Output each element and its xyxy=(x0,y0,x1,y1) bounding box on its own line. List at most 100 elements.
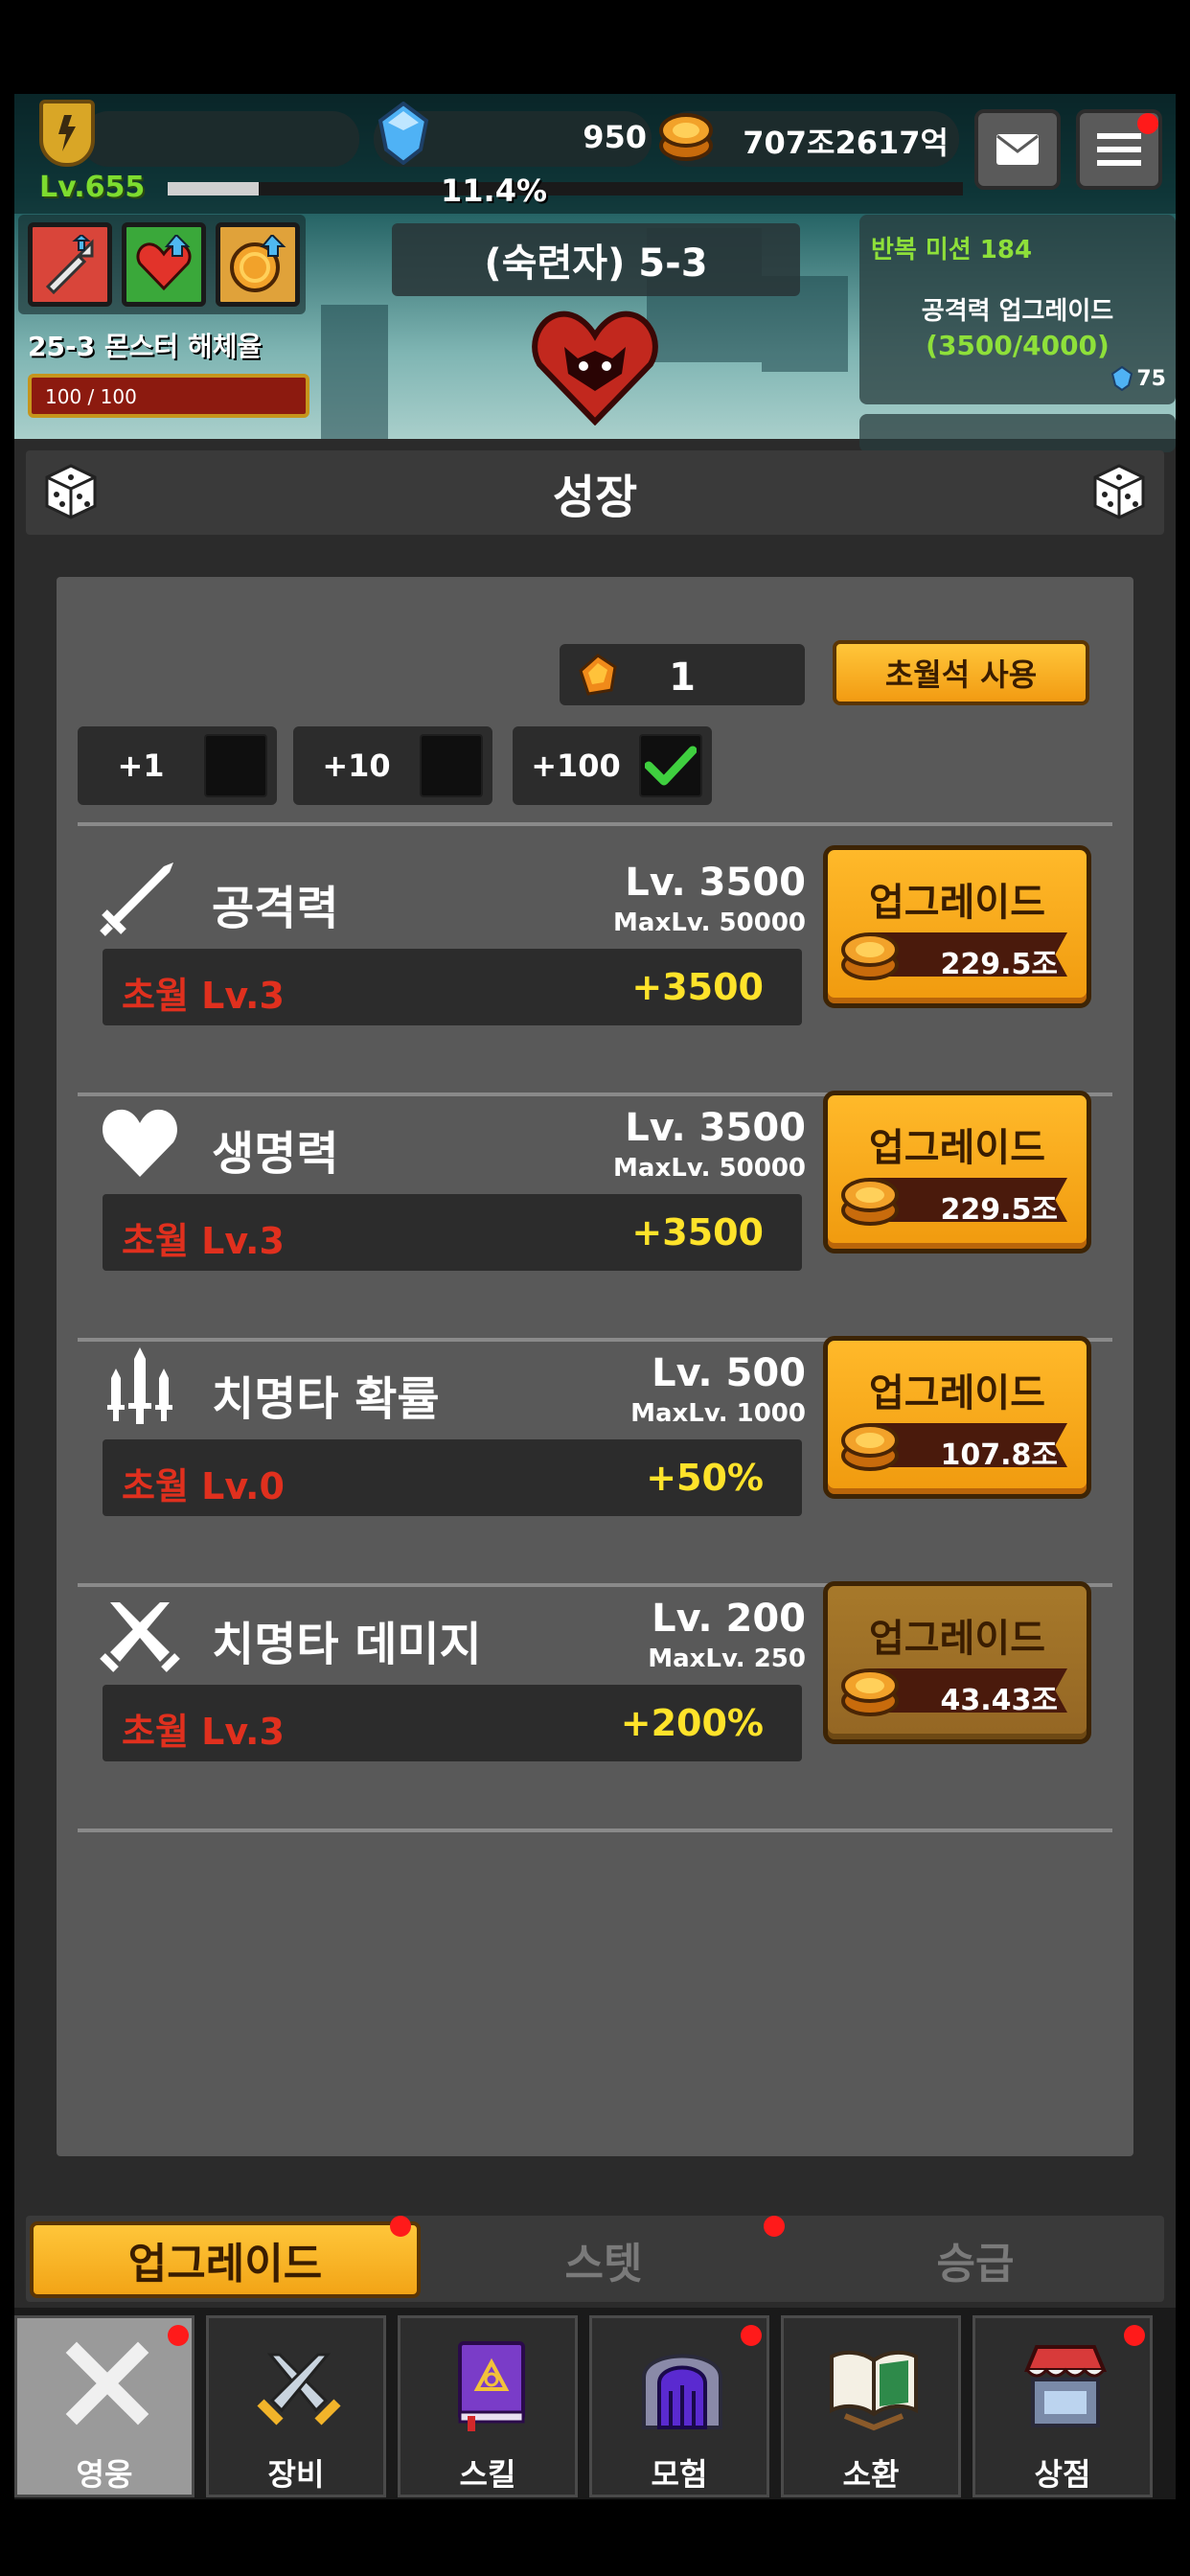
monster-dismantle-label: 25-3 몬스터 해체율 xyxy=(28,331,263,362)
transcend-level: 초월 Lv.0 xyxy=(122,1465,285,1507)
stat-max-level: MaxLv. 250 xyxy=(648,1644,806,1673)
stat-row-crit-chance: 치명타 확률 Lv. 500 MaxLv. 1000 초월 Lv.0 +50% … xyxy=(57,1336,1133,1581)
nav-summon[interactable]: 소환 xyxy=(781,2315,961,2497)
background-building xyxy=(321,305,388,439)
upgrade-label: 업그레이드 xyxy=(869,1126,1045,1170)
transcend-level: 초월 Lv.3 xyxy=(122,1711,285,1753)
stat-bonus: +50% xyxy=(646,1457,764,1499)
player-level: Lv.655 xyxy=(39,171,146,204)
equipment-icon xyxy=(257,2353,341,2426)
stat-name: 치명타 확률 xyxy=(212,1372,440,1426)
upgrade-cost: 229.5조 xyxy=(940,1193,1059,1227)
nav-hero-notification-dot xyxy=(168,2325,189,2346)
stat-row-health: 생명력 Lv. 3500 MaxLv. 50000 초월 Lv.3 +3500 … xyxy=(57,1091,1133,1336)
transcend-level: 초월 Lv.3 xyxy=(122,975,285,1017)
stage-label: (숙련자) 5-3 xyxy=(392,223,800,296)
upgrade-cost: 107.8조 xyxy=(940,1438,1059,1472)
nav-label: 영웅 xyxy=(76,2456,133,2493)
multiplier-label: +1 xyxy=(117,748,165,784)
upgrade-crit-damage-button[interactable]: 업그레이드 43.43조 xyxy=(823,1581,1091,1744)
stat-row-attack: 공격력 Lv. 3500 MaxLv. 50000 초월 Lv.3 +3500 … xyxy=(57,845,1133,1091)
menu-icon xyxy=(1097,133,1141,166)
stat-bonus: +200% xyxy=(620,1702,764,1744)
stat-bonus-bar: 초월 Lv.3 +3500 xyxy=(103,1194,802,1271)
mission-reward-value: 75 xyxy=(1136,366,1166,391)
upgrade-health-button[interactable]: 업그레이드 229.5조 xyxy=(823,1091,1091,1254)
upgrade-crit-chance-button[interactable]: 업그레이드 107.8조 xyxy=(823,1336,1091,1499)
repeat-mission-card[interactable]: 반복 미션 184 공격력 업그레이드 (3500/4000) 75 xyxy=(859,215,1176,404)
stat-row-crit-damage: 치명타 데미지 Lv. 200 MaxLv. 250 초월 Lv.3 +200%… xyxy=(57,1581,1133,1827)
dice-icon[interactable] xyxy=(1091,464,1147,519)
mail-icon xyxy=(996,134,1039,165)
tab-promotion[interactable]: 승급 xyxy=(789,2221,1162,2298)
gold-coin-icon xyxy=(659,113,713,161)
mission-reward: 75 xyxy=(1111,366,1166,391)
gold-coin-icon xyxy=(841,1178,899,1226)
skill-book-icon xyxy=(458,2341,525,2431)
dismantle-progress-text: 100 / 100 xyxy=(45,385,137,408)
nav-adventure[interactable]: 모험 xyxy=(589,2315,769,2497)
transcend-stone-count: 1 xyxy=(669,656,696,700)
health-up-buff-icon[interactable] xyxy=(122,222,206,307)
transcend-stone-counter: 1 xyxy=(560,644,805,705)
nav-hero[interactable]: 영웅 xyxy=(14,2315,195,2497)
nav-shop[interactable]: 상점 xyxy=(973,2315,1153,2497)
multiplier-plus100[interactable]: +100 xyxy=(513,726,712,805)
transcend-level: 초월 Lv.3 xyxy=(122,1220,285,1262)
mail-button[interactable] xyxy=(974,109,1061,190)
gold-value: 707조2617억 xyxy=(743,125,949,161)
summon-book-icon xyxy=(830,2350,918,2431)
stat-max-level: MaxLv. 50000 xyxy=(613,1154,806,1183)
attack-up-buff-icon[interactable] xyxy=(28,222,112,307)
nav-label: 모험 xyxy=(651,2456,708,2493)
xp-percent: 11.4% xyxy=(441,172,548,209)
dungeon-gate-icon xyxy=(642,2354,722,2429)
menu-notification-dot xyxy=(1137,113,1158,134)
stat-max-level: MaxLv. 1000 xyxy=(630,1399,806,1428)
multiplier-checkbox[interactable] xyxy=(420,734,483,797)
stat-name: 생명력 xyxy=(212,1127,339,1181)
gem-value: 950 xyxy=(583,119,647,155)
multiplier-plus10[interactable]: +10 xyxy=(293,726,492,805)
stat-max-level: MaxLv. 50000 xyxy=(613,908,806,937)
multiplier-checkbox[interactable] xyxy=(204,734,267,797)
close-icon xyxy=(65,2341,149,2426)
multiplier-plus1[interactable]: +1 xyxy=(78,726,277,805)
nav-label: 상점 xyxy=(1034,2456,1091,2493)
divider xyxy=(78,1828,1112,1832)
growth-header: 성장 xyxy=(26,450,1164,535)
nav-label: 스킬 xyxy=(459,2456,516,2493)
tab-upgrade[interactable]: 업그레이드 xyxy=(30,2221,421,2298)
hud: Lv.655 950 707조2617억 11.4% 25-3 몬스터 해체율 … xyxy=(14,94,1176,439)
mission-progress: (3500/4000) xyxy=(926,330,1110,361)
player-name-plate[interactable] xyxy=(81,111,359,167)
stat-bonus-bar: 초월 Lv.0 +50% xyxy=(103,1439,802,1516)
xp-bar-fill xyxy=(168,182,259,196)
upgrade-attack-button[interactable]: 업그레이드 229.5조 xyxy=(823,845,1091,1008)
use-transcend-stone-button[interactable]: 초월석 사용 xyxy=(833,640,1089,705)
gold-up-buff-icon[interactable] xyxy=(216,222,300,307)
shop-icon xyxy=(1024,2345,1107,2427)
nav-skill[interactable]: 스킬 xyxy=(398,2315,578,2497)
demon-boss-icon[interactable] xyxy=(530,303,660,426)
growth-tabs: 업그레이드 스텟 승급 xyxy=(26,2216,1164,2302)
stat-bonus-bar: 초월 Lv.3 +3500 xyxy=(103,949,802,1025)
bottom-nav: 영웅 장비 스킬 모험 소환 상점 xyxy=(14,2308,1176,2499)
rank-shield-icon[interactable] xyxy=(39,100,95,167)
mission-card-secondary[interactable] xyxy=(859,414,1176,452)
stat-bonus: +3500 xyxy=(631,966,764,1008)
upgrade-label: 업그레이드 xyxy=(869,881,1045,925)
gold-coin-icon xyxy=(841,1423,899,1471)
multiplier-checkbox[interactable] xyxy=(639,734,702,797)
sword-icon xyxy=(100,862,173,936)
upgrade-cost: 43.43조 xyxy=(940,1684,1059,1717)
stat-bonus-bar: 초월 Lv.3 +200% xyxy=(103,1685,802,1761)
nav-adventure-notification-dot xyxy=(741,2325,762,2346)
multiplier-label: +100 xyxy=(531,748,621,784)
tab-stats[interactable]: 스텟 xyxy=(426,2221,781,2298)
nav-equipment[interactable]: 장비 xyxy=(206,2315,386,2497)
divider xyxy=(78,822,1112,826)
stat-level: Lv. 200 xyxy=(652,1597,806,1641)
dice-icon[interactable] xyxy=(43,464,99,519)
nav-label: 장비 xyxy=(267,2456,325,2493)
